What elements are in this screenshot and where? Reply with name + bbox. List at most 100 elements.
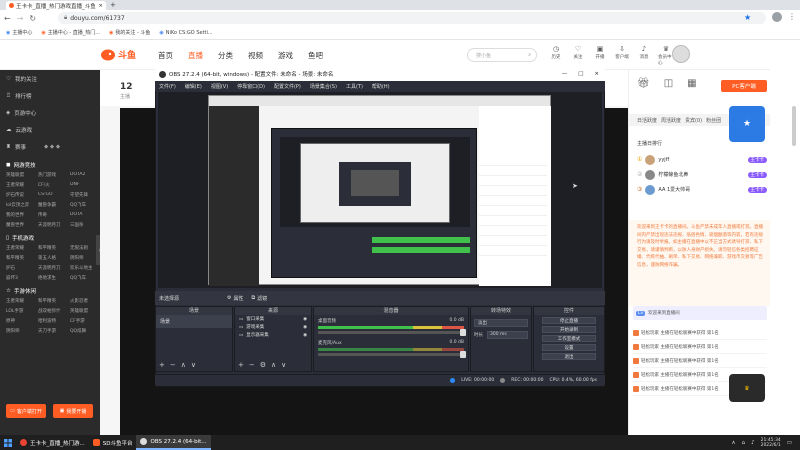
minimize-icon[interactable]: — [562, 71, 568, 77]
taskbar-item-obs[interactable]: OBS 27.2.4 (64-bit... [136, 435, 211, 450]
taskbar-item-sd[interactable]: SD斗鱼平台 [89, 435, 137, 450]
properties-button[interactable]: ⚙ 属性 [227, 295, 244, 302]
go-live-button[interactable]: ▣ 开播 [592, 45, 608, 66]
user-avatar[interactable] [672, 45, 690, 63]
reload-icon[interactable]: ↻ [29, 14, 36, 23]
sidebar-game-link[interactable]: CF/火 [38, 182, 68, 188]
sidebar-game-link[interactable]: QQ飞车 [70, 275, 100, 281]
sidebar-game-link[interactable]: 王者荣耀 [6, 245, 36, 251]
maximize-icon[interactable]: □ [578, 71, 583, 77]
sidebar-game-link[interactable]: 战双帕弥什 [38, 308, 68, 314]
start-live-button[interactable]: ▣ 我要开播 [53, 404, 93, 418]
sidebar-item-follow[interactable]: ♡ 我的关注 [0, 70, 100, 87]
nav-home[interactable]: 首页 [158, 50, 173, 61]
sidebar-game-link[interactable]: 魔兽争霸 [38, 202, 68, 208]
sidebar-game-link[interactable]: QQ炫舞 [70, 328, 100, 334]
bookmark-star-icon[interactable]: ★ [744, 13, 751, 22]
pc-client-button[interactable]: PC客户端 [721, 80, 767, 92]
sidebar-game-link[interactable]: 炉石传说 [6, 192, 36, 198]
sidebar-item-webgame[interactable]: ◈ 页游中心 [0, 104, 100, 121]
bookmark-item[interactable]: ◉ 主播中心 - 直播_热门... [41, 29, 100, 37]
obs-preview[interactable]: ➤ [158, 92, 602, 288]
nav-yuba[interactable]: 鱼吧 [308, 50, 323, 61]
message-button[interactable]: ♪ 消息 [636, 45, 652, 66]
sidebar-item-esports[interactable]: ♜ 赛事 ◆ ◆ ◆ [0, 138, 100, 155]
source-item[interactable]: ▭ 游戏采集 ◉ [235, 323, 311, 331]
menu-profile[interactable]: 配置文件(P) [274, 83, 301, 90]
sidebar-game-link[interactable]: DOTA [70, 212, 100, 218]
sidebar-game-link[interactable]: CS:GO [38, 192, 68, 198]
menu-scenes[interactable]: 场景集合(S) [310, 83, 337, 90]
douyu-logo[interactable]: 斗鱼 [100, 47, 136, 61]
profile-avatar[interactable] [772, 12, 782, 22]
sidebar-game-link[interactable]: DOTA2 [70, 172, 100, 178]
menu-tools[interactable]: 工具(T) [346, 83, 363, 90]
menu-help[interactable]: 帮助(H) [372, 83, 390, 90]
sidebar-game-link[interactable]: 传奇 [38, 212, 68, 218]
sidebar-game-link[interactable]: 阴阳师 [6, 328, 36, 334]
search-input[interactable]: 搜小鱼 ⌕ [467, 48, 537, 62]
client-button[interactable]: ⇩ 客户端 [614, 45, 630, 66]
sidebar-game-link[interactable]: 英雄联盟 [6, 172, 36, 178]
bookmark-item[interactable]: ◉ 主播中心 [6, 29, 32, 37]
tab-close-icon[interactable]: × [98, 3, 103, 9]
duration-input[interactable]: 300 ms [487, 331, 528, 339]
sidebar-game-link[interactable]: 和平精英 [38, 298, 68, 304]
wallet-icon[interactable]: ◫ [664, 78, 673, 89]
close-icon[interactable]: × [594, 71, 599, 77]
eye-icon[interactable]: ◉ [303, 333, 307, 338]
search-icon[interactable]: ⌕ [528, 52, 531, 58]
down-icon[interactable]: ∨ [281, 361, 286, 369]
sidebar-game-link[interactable]: 天刀手游 [38, 328, 68, 334]
sidebar-item-cloudgame[interactable]: ☁ 云游戏 [0, 121, 100, 138]
sidebar-item-rank[interactable]: ♖ 排行榜 [0, 87, 100, 104]
sidebar-game-link[interactable]: 天涯明月刀 [38, 265, 68, 271]
add-icon[interactable]: + [159, 361, 165, 369]
rank-row[interactable]: ② 柠檬鲸鱼北鼻 王卡卡 [637, 167, 767, 182]
sidebar-game-link[interactable]: 崩坏3 [6, 275, 36, 281]
browser-menu-icon[interactable]: ⋮ [788, 12, 796, 21]
address-bar[interactable]: 🔒︎ douyu.com/61737 [58, 12, 766, 24]
start-recording-button[interactable]: 开始录制 [542, 326, 596, 333]
menu-edit[interactable]: 编辑(E) [185, 83, 202, 90]
start-button[interactable] [0, 435, 16, 450]
game-banner-icon[interactable]: ♛ [729, 374, 765, 402]
forward-icon[interactable]: → [17, 14, 24, 23]
nav-category[interactable]: 分类 [218, 50, 233, 61]
taskbar-item-browser[interactable]: 王卡卡_直播_热门游... [16, 435, 89, 450]
volume-icon[interactable]: ♪ [751, 440, 755, 446]
sidebar-game-link[interactable]: 第五人格 [38, 255, 68, 261]
nav-live[interactable]: 直播 [188, 50, 203, 61]
studio-mode-button[interactable]: 工作室模式 [542, 335, 596, 342]
sidebar-game-link[interactable]: 绝地求生 [38, 275, 68, 281]
sidebar-game-link[interactable]: 哈利波特 [38, 318, 68, 324]
sidebar-game-link[interactable]: QQ飞车 [70, 202, 100, 208]
settings-button[interactable]: 设置 [542, 344, 596, 351]
scene-item[interactable]: 场景 [156, 315, 232, 328]
add-icon[interactable]: + [238, 361, 244, 369]
sidebar-game-link[interactable]: 炉石 [6, 265, 36, 271]
sidebar-game-link[interactable]: lol云顶之弈 [6, 202, 36, 208]
chevron-up-icon[interactable]: ∧ [732, 440, 736, 446]
sidebar-game-link[interactable]: 和平精英 [38, 245, 68, 251]
new-tab-icon[interactable]: + [110, 1, 116, 9]
nav-games[interactable]: 游戏 [278, 50, 293, 61]
sidebar-game-link[interactable]: 三国杀 [70, 222, 100, 228]
browser-tab[interactable]: 王卡卡_直播_热门游戏直播_斗鱼 × [6, 1, 106, 10]
menu-file[interactable]: 文件(F) [159, 83, 176, 90]
sidebar-game-link[interactable]: 火影忍者 [70, 298, 100, 304]
notification-icon[interactable]: ▭ [787, 440, 792, 446]
back-icon[interactable]: ← [4, 14, 11, 23]
nav-video[interactable]: 视频 [248, 50, 263, 61]
eye-icon[interactable]: ◉ [303, 317, 307, 322]
up-icon[interactable]: ∧ [181, 361, 186, 369]
stop-streaming-button[interactable]: 停止直播 [542, 317, 596, 324]
gear-icon[interactable]: ⚙ [260, 361, 266, 369]
open-client-button[interactable]: ▭ 客户端打开 [6, 404, 46, 418]
rank-row[interactable]: ① yyjff 王卡卡 [637, 152, 767, 167]
obs-titlebar[interactable]: OBS 27.2.4 (64-bit, windows) - 配置文件: 未命名… [155, 67, 605, 81]
grid-icon[interactable]: ▦ [687, 78, 696, 89]
gift-icon[interactable]: 🎁︎ [637, 78, 650, 89]
scrollbar-thumb[interactable] [792, 106, 796, 146]
sidebar-game-link[interactable]: DNF [70, 182, 100, 188]
